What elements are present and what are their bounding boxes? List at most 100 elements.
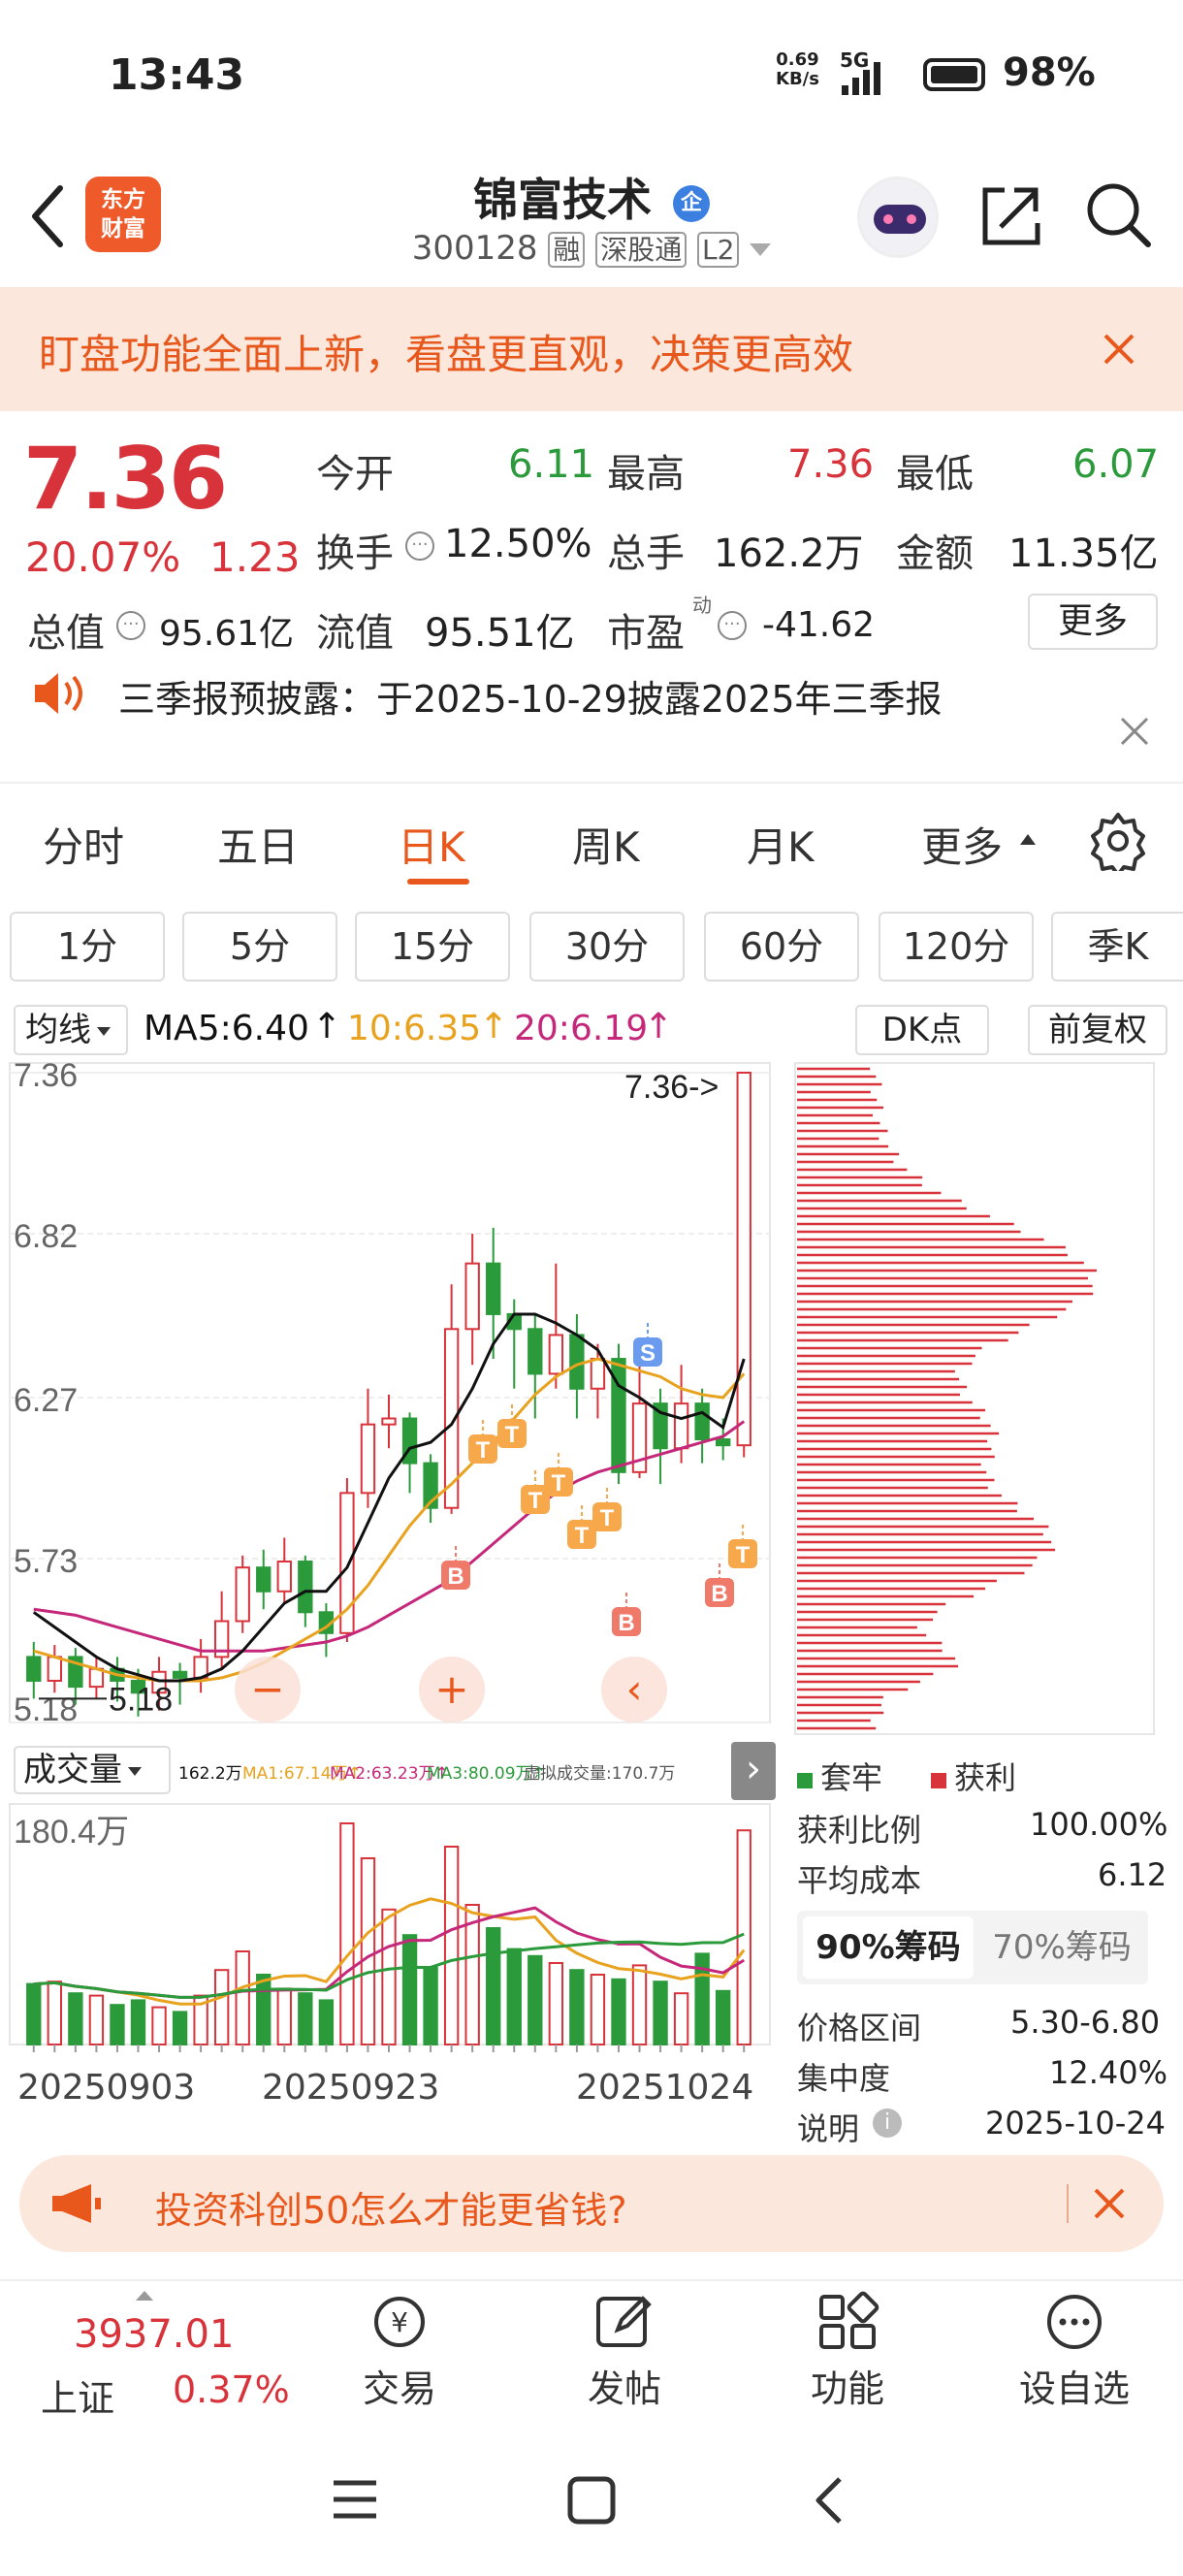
caret-up-icon [136,2291,153,2301]
volume-bar [68,1992,83,2045]
svg-text:¥: ¥ [391,2306,408,2338]
turnover-label: 换手 [316,531,394,576]
volume-chart: 180.4万 [9,1803,771,2052]
signal-badge-label: T [736,1542,751,1568]
ad-bar[interactable]: 投资科创50怎么才能更省钱? [19,2155,1164,2252]
close-icon[interactable] [1092,2186,1127,2221]
chart-frame [9,1062,771,1723]
search-icon[interactable] [1084,180,1154,250]
expand-button[interactable]: › [731,1742,776,1800]
mcap-label: 总值 [27,611,105,656]
kline-chart[interactable]: 7.366.826.275.735.187.36->5.18BBBTTTTTTT… [0,1061,782,1738]
tab-chip-90[interactable]: 90%筹码 [803,1916,974,1979]
tab-chip-70[interactable]: 70%筹码 [979,1916,1144,1979]
arrow-up-icon: ↑ [479,1007,509,1046]
info-icon[interactable]: i [873,2109,902,2138]
note-date: 2025-10-24 [985,2105,1166,2141]
battery-level: 98% [1003,50,1096,95]
low-label: 最低 [896,452,974,497]
range-value: 5.30-6.80 [1010,2004,1161,2041]
home-icon[interactable] [566,2475,617,2526]
divider [0,782,1183,784]
tab-monthly-k[interactable]: 月K [747,815,815,874]
candle [235,1566,250,1623]
pe-superscript: 动 [692,594,712,617]
volume-bar [611,1978,626,2045]
nav-post[interactable]: 发帖 [566,2291,683,2436]
nav-function[interactable]: 功能 [789,2291,906,2436]
nav-trade[interactable]: ¥ 交易 [341,2291,458,2436]
adjust-button[interactable]: 前复权 [1028,1005,1167,1055]
info-icon[interactable]: ··· [116,611,145,640]
signal-badge-label: B [711,1581,727,1607]
caret-down-icon [750,243,772,256]
ma10-value: 10:6.35 [347,1009,482,1048]
index-name: 上证 [41,2377,115,2420]
signal-badge-label: B [618,1610,634,1636]
chart-control-icon: ‹ [626,1665,643,1713]
signal-badge-label: T [505,1422,520,1448]
volume-bar [423,1966,438,2045]
more-dots-icon [1047,2295,1102,2349]
notice-text: 三季报预披露：于2025-10-29披露2025年三季报 [118,678,943,721]
virtual-volume: 虚拟成交量:170.7万 [524,1764,676,1784]
tab-quarter-k[interactable]: 季K [1051,912,1183,982]
tab-five-day[interactable]: 五日 [217,815,299,874]
candle [528,1328,543,1375]
tab-weekly-k[interactable]: 周K [572,815,640,874]
menu-icon[interactable] [330,2475,380,2524]
ma20-value: 20:6.19 [514,1009,649,1048]
tab-5min[interactable]: 5分 [182,912,337,982]
volume-bar [486,1927,501,2045]
signal-badge-label: S [640,1340,655,1367]
dk-point-button[interactable]: DK点 [855,1005,989,1055]
tab-15min[interactable]: 15分 [355,912,510,982]
change-percent: 20.07% [25,533,181,581]
enterprise-badge: 企 [673,184,710,222]
net-speed: 0.69 KB/s [776,49,819,89]
volume-selector[interactable]: 成交量 [14,1746,171,1794]
tab-1min[interactable]: 1分 [10,912,165,982]
tab-30min[interactable]: 30分 [529,912,685,982]
tab-timeshare[interactable]: 分时 [43,815,124,874]
stock-header: 锦富技术 企 300128 融 深股通 L2 [0,145,1183,286]
share-icon[interactable] [975,180,1045,250]
range-label: 价格区间 [797,2010,922,2046]
volume-bar [443,1846,460,2045]
volume-bar [151,2006,167,2046]
volume-bar [716,1989,731,2046]
megaphone-icon [52,2184,101,2223]
back-icon[interactable] [811,2475,849,2526]
robot-avatar-icon[interactable] [857,177,939,258]
tab-more[interactable]: 更多 [921,815,1003,874]
tab-120min[interactable]: 120分 [879,912,1034,982]
float-label: 流值 [316,611,394,656]
settings-icon[interactable] [1088,811,1148,871]
signal-badge-label: T [600,1505,615,1531]
info-icon[interactable]: ··· [405,531,434,561]
volume-value: 162.2万 [714,531,864,576]
ma-selector[interactable]: 均线 [14,1005,128,1055]
candle [381,1417,397,1426]
ad-divider [1067,2184,1069,2223]
candle [694,1402,710,1441]
nav-add-watchlist[interactable]: 设自选 [1007,2291,1142,2436]
status-bar: 13:43 0.69 KB/s 5G 98% [0,0,1183,145]
volume-bar [26,1982,42,2046]
candle [464,1262,480,1331]
close-icon[interactable] [1102,332,1136,367]
volume-bar [318,1999,335,2045]
tab-60min[interactable]: 60分 [704,912,859,982]
signal-badge-label: B [447,1563,464,1590]
y-tick-label: 5.18 [14,1691,78,1728]
more-button[interactable]: 更多 [1028,594,1158,650]
feature-banner[interactable]: 盯盘功能全面上新，看盘更直观，决策更高效 [0,287,1183,411]
volume-bar [401,1934,418,2045]
info-icon[interactable]: ··· [718,611,747,640]
close-icon[interactable] [1119,716,1150,747]
battery-icon [923,58,985,91]
trade-icon: ¥ [374,2297,425,2347]
tab-daily-k[interactable]: 日K [398,815,465,874]
grid-icon [819,2291,879,2349]
volume-bar [213,1969,230,2045]
